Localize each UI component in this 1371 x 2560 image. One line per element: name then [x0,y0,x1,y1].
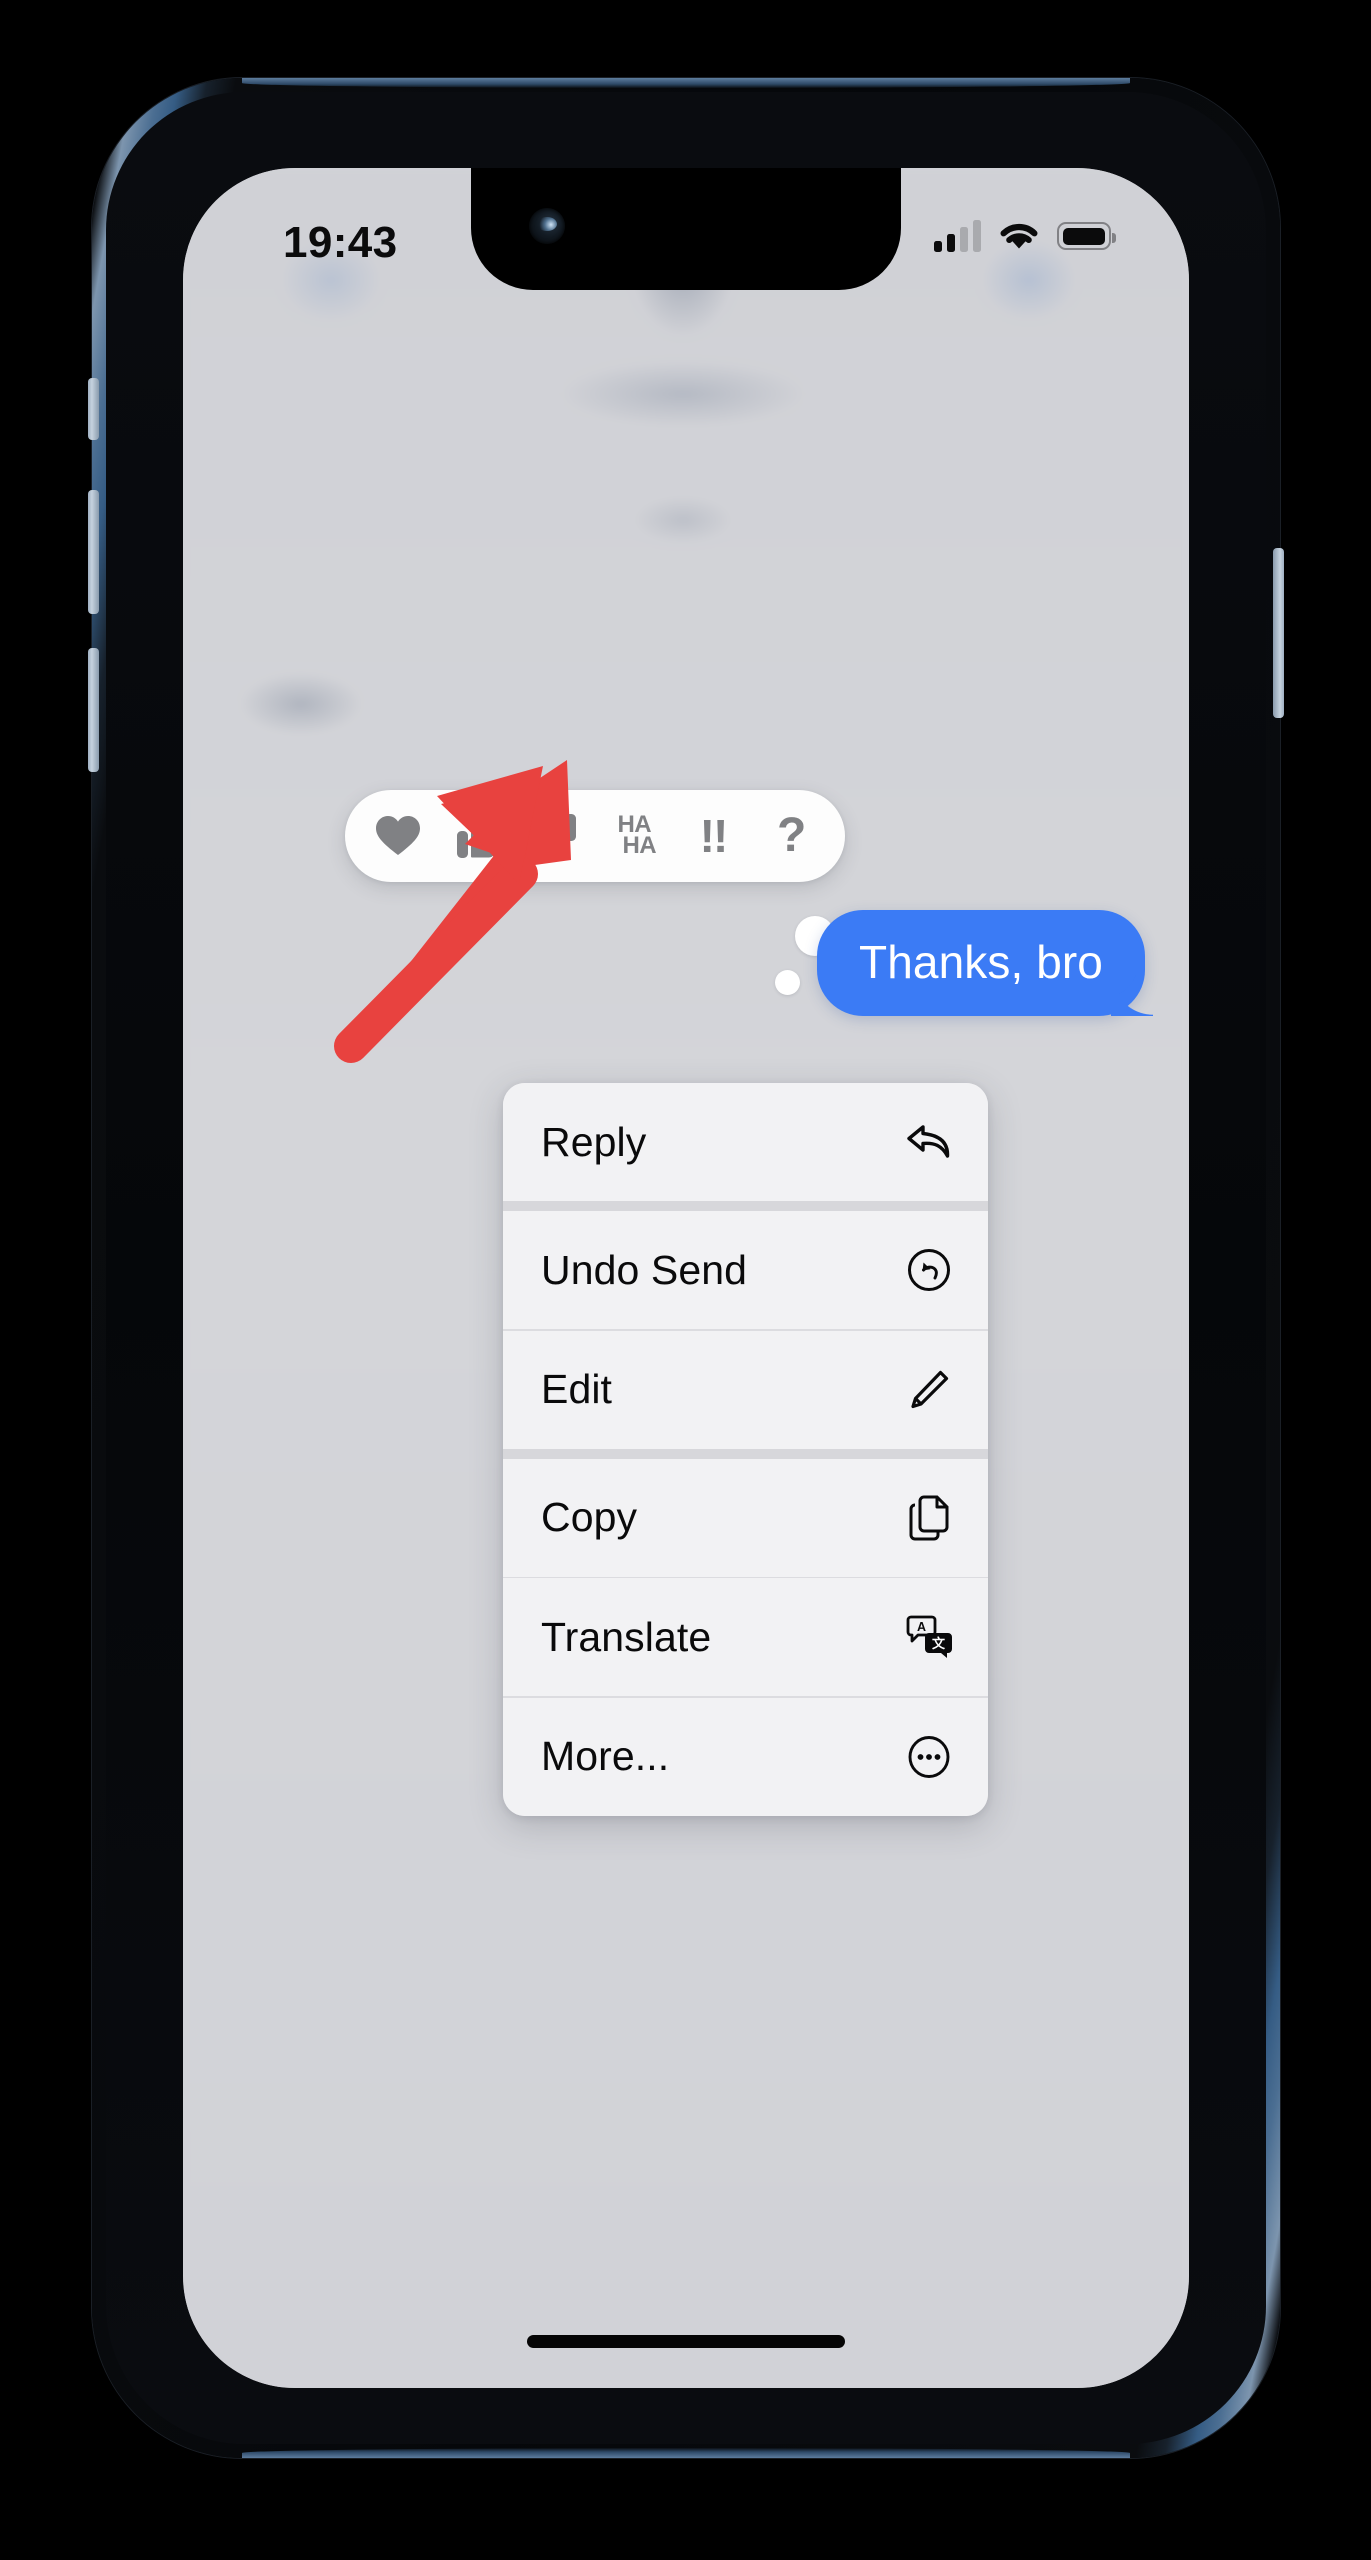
battery-full-icon [1057,222,1116,250]
mute-switch-button[interactable] [88,378,99,440]
context-menu-item-more[interactable]: More... [503,1697,988,1816]
context-menu-label: Reply [541,1118,647,1165]
tapback-trail-dot-small [775,970,800,995]
menu-group-separator [503,1448,988,1459]
message-context-menu[interactable]: Reply Undo Send Edit Copy Translate A 文 … [503,1083,988,1816]
message-bubble-outgoing[interactable]: Thanks, bro [817,910,1145,1016]
pencil-icon [902,1363,956,1417]
screenshot-root: 19:43 HA HA !! ? Thanks, bro Reply Undo … [0,0,1371,2560]
thumbs-up-icon[interactable] [448,807,506,865]
bubble-tail [1113,972,1159,1018]
context-menu-item-translate[interactable]: Translate A 文 [503,1578,988,1697]
reply-arrow-icon [902,1115,956,1169]
context-menu-label: Edit [541,1366,613,1413]
copy-documents-icon [902,1491,956,1545]
double-exclamation-glyph: !! [699,810,729,862]
context-menu-label: More... [541,1733,670,1780]
tapback-reaction-bar[interactable]: HA HA !! ? [345,790,845,882]
double-exclamation-icon[interactable]: !! [684,807,742,865]
status-bar: 19:43 [183,168,1189,318]
phone-screen: 19:43 HA HA !! ? Thanks, bro Reply Undo … [183,168,1189,2388]
translate-bubbles-icon: A 文 [902,1610,956,1664]
question-mark-glyph: ? [776,809,807,862]
context-menu-item-edit[interactable]: Edit [503,1330,988,1449]
context-menu-item-undo-send[interactable]: Undo Send [503,1211,988,1329]
context-menu-label: Translate [541,1613,712,1660]
volume-down-button[interactable] [88,648,99,772]
status-bar-indicators [934,220,1116,252]
context-menu-label: Undo Send [541,1246,748,1293]
menu-group-separator [503,1201,988,1211]
cellular-bars-icon [934,220,981,252]
volume-up-button[interactable] [88,490,99,614]
haha-line-2: HA [622,832,657,859]
svg-text:A: A [917,1620,926,1634]
frame-bottom-edge [242,2448,1130,2458]
power-button[interactable] [1273,548,1284,718]
status-bar-time: 19:43 [283,218,398,267]
undo-circle-icon [902,1243,956,1297]
context-menu-item-reply[interactable]: Reply [503,1083,988,1201]
frame-top-edge [242,78,1130,88]
thumbs-down-icon[interactable] [527,807,585,865]
svg-text:文: 文 [932,1636,946,1651]
question-mark-icon[interactable]: ? [763,807,821,865]
heart-icon[interactable] [369,807,427,865]
home-indicator[interactable] [527,2335,845,2348]
context-menu-label: Copy [541,1494,638,1541]
message-text: Thanks, bro [859,936,1103,988]
haha-icon[interactable]: HA HA [605,807,663,865]
context-menu-item-copy[interactable]: Copy [503,1458,988,1577]
wifi-icon [998,220,1040,252]
ellipsis-circle-icon [902,1730,956,1784]
